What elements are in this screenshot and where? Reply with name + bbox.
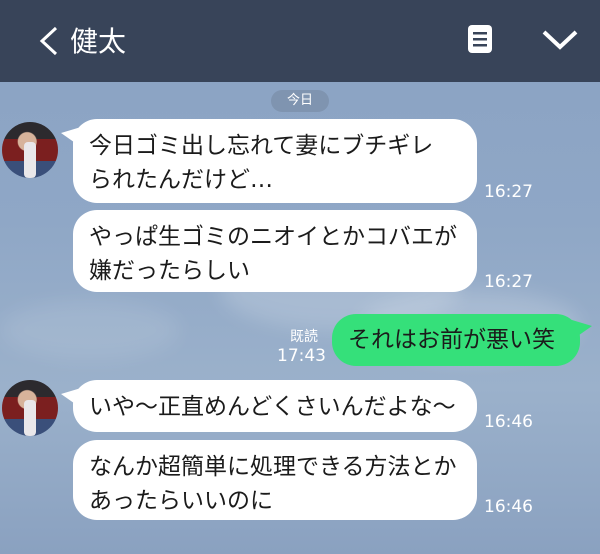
message-time: 17:43 [277, 346, 326, 366]
message-text-line: 嫌だったらしい [89, 258, 250, 284]
date-badge: 今日 [271, 90, 329, 112]
chevron-down-icon[interactable] [540, 26, 580, 54]
message-time: 16:46 [484, 497, 533, 517]
chevron-left-icon[interactable] [34, 25, 64, 57]
avatar[interactable] [2, 380, 58, 436]
message-bubble[interactable]: いや〜正直めんどくさいんだよな〜 [61, 380, 477, 432]
chat-header: 健太 [0, 0, 600, 82]
message-time: 16:27 [484, 272, 533, 292]
message-time: 16:27 [484, 182, 533, 202]
message-text-line: 今日ゴミ出し忘れて妻にブチギレ [89, 133, 434, 159]
message-bubble[interactable]: なんか超簡単に処理できる方法とか あったらいいのに [73, 440, 477, 520]
message-time: 16:46 [484, 412, 533, 432]
background-cloud [0, 300, 180, 360]
message-bubble[interactable]: 今日ゴミ出し忘れて妻にブチギレ られたんだけど… [61, 119, 477, 203]
avatar[interactable] [2, 122, 58, 178]
message-text-line: やっぱ生ゴミのニオイとかコバエが [89, 224, 457, 250]
message-bubble[interactable]: やっぱ生ゴミのニオイとかコバエが 嫌だったらしい [73, 210, 477, 292]
chat-title[interactable]: 健太 [70, 22, 126, 62]
message-text-line: られたんだけど… [89, 167, 273, 193]
read-receipt: 既読 [290, 329, 318, 345]
note-icon[interactable] [466, 24, 494, 54]
message-text-line: なんか超簡単に処理できる方法とか [89, 454, 457, 480]
sent-message-bubble[interactable]: それはお前が悪い笑 [332, 314, 592, 366]
message-text-line: あったらいいのに [89, 488, 273, 514]
message-text: いや〜正直めんどくさいんだよな〜 [89, 394, 456, 420]
message-text: それはお前が悪い笑 [348, 327, 555, 353]
